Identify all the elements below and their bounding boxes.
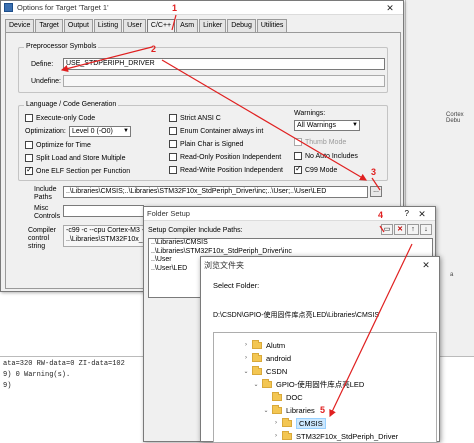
misc-controls-label: Misc Controls <box>34 205 61 220</box>
language-title: Language / Code Generation <box>24 101 119 108</box>
enum-int-checkbox[interactable]: Enum Container always int <box>169 127 263 135</box>
chevron-down-icon[interactable]: ⌄ <box>242 368 250 375</box>
options-tabs: Device Target Output Listing User C/C++ … <box>5 19 288 33</box>
language-group: Language / Code Generation Execute-only … <box>18 101 388 181</box>
annotation-number: 3 <box>371 167 377 177</box>
options-title-bar[interactable]: Options for Target 'Target 1' <box>1 1 403 15</box>
tab-utilities[interactable]: Utilities <box>256 19 288 32</box>
include-paths-input[interactable]: ..\Libraries\CMSIS;..\Libraries\STM32F10… <box>63 186 368 198</box>
tab-c-cpp[interactable]: C/C++ <box>146 19 176 33</box>
chevron-down-icon: ▼ <box>123 128 129 134</box>
annotation-number: 5 <box>320 405 326 415</box>
rw-pos-checkbox[interactable]: Read-Write Position Independent <box>169 166 283 174</box>
folder-icon <box>282 430 292 440</box>
compiler-line: -c99 -c --cpu Cortex-M3 -D_ <box>66 227 143 234</box>
tree-item-alutm[interactable]: › Alutm <box>242 339 285 351</box>
chevron-right-icon[interactable]: › <box>272 420 280 426</box>
browse-title: 浏览文件夹 <box>204 260 244 270</box>
plain-char-checkbox[interactable]: Plain Char is Signed <box>169 140 243 148</box>
folder-icon <box>252 365 262 375</box>
tab-output[interactable]: Output <box>63 19 93 32</box>
tree-item-cmsis[interactable]: › CMSIS <box>272 417 326 429</box>
folder-setup-label: Setup Compiler Include Paths: <box>148 227 243 234</box>
undefine-input[interactable] <box>63 75 385 87</box>
tab-asm[interactable]: Asm <box>176 19 199 32</box>
new-folder-icon[interactable]: ▭ <box>381 224 393 235</box>
annotation-number: 1 <box>172 3 178 13</box>
tab-linker[interactable]: Linker <box>199 19 227 32</box>
chevron-down-icon: ▼ <box>352 122 358 128</box>
folder-setup-title: Folder Setup <box>147 209 190 218</box>
tab-target[interactable]: Target <box>35 19 63 32</box>
define-input[interactable]: USE_STDPERIPH_DRIVER <box>63 58 385 70</box>
optimization-label: Optimization: <box>25 128 66 135</box>
move-up-icon[interactable]: ↑ <box>407 224 419 235</box>
undefine-label: Undefine: <box>31 78 61 85</box>
folder-icon <box>262 378 272 388</box>
tab-listing[interactable]: Listing <box>93 19 123 32</box>
chevron-right-icon[interactable]: › <box>242 342 250 348</box>
compiler-control-label: Compiler control string <box>28 227 57 250</box>
compiler-line: ..\Libraries\STM32F10x_StdP <box>66 236 143 243</box>
side-text-2: a <box>450 272 454 278</box>
no-auto-includes-checkbox[interactable]: No Auto Includes <box>294 152 358 160</box>
tree-item-gpio[interactable]: ⌄ GPIO-使用固件库点亮LED <box>252 378 364 390</box>
folder-setup-close-button[interactable]: ✕ <box>409 207 435 221</box>
c99-mode-checkbox[interactable]: C99 Mode <box>294 164 337 174</box>
options-close-button[interactable]: ✕ <box>377 1 403 15</box>
chevron-down-icon[interactable]: ⌄ <box>262 407 270 414</box>
folder-tree[interactable]: › Alutm › android ⌄ CSDN ⌄ GPIO-使用固件库点亮LED D… <box>213 332 437 443</box>
browse-title-bar[interactable]: 浏览文件夹 <box>201 257 439 273</box>
folder-icon <box>282 417 292 427</box>
strict-ansi-checkbox[interactable]: Strict ANSI C <box>169 114 221 122</box>
preprocessor-group: Preprocessor Symbols Define: USE_STDPERI… <box>18 43 388 93</box>
tree-item-csdn[interactable]: ⌄ CSDN <box>242 365 287 377</box>
misc-controls-input[interactable] <box>63 205 144 217</box>
optimize-time-checkbox[interactable]: Optimize for Time <box>25 141 91 149</box>
tab-debug[interactable]: Debug <box>227 19 256 32</box>
options-title: Options for Target 'Target 1' <box>17 3 109 12</box>
keil-icon <box>4 3 13 12</box>
folder-icon <box>272 391 282 401</box>
tree-item-android[interactable]: › android <box>242 352 291 364</box>
browse-close-button[interactable]: ✕ <box>413 257 439 273</box>
chevron-down-icon[interactable]: ⌄ <box>252 381 260 388</box>
select-folder-label: Select Folder: <box>213 281 260 290</box>
split-load-checkbox[interactable]: Split Load and Store Multiple <box>25 154 126 162</box>
optimization-select[interactable]: Level 0 (-O0) ▼ <box>69 126 131 137</box>
list-item[interactable]: ..\Libraries\STM32F10x_StdPeriph_Driver\… <box>151 248 432 257</box>
folder-icon <box>272 404 282 414</box>
preprocessor-title: Preprocessor Symbols <box>24 43 99 50</box>
list-item[interactable]: ..\Libraries\CMSIS <box>151 239 432 248</box>
move-down-icon[interactable]: ↓ <box>420 224 432 235</box>
annotation-number: 4 <box>378 210 384 220</box>
path-toolbar: ▭ ✕ ↑ ↓ <box>380 224 432 235</box>
ro-pos-checkbox[interactable]: Read-Only Position Independent <box>169 153 281 161</box>
include-paths-label: Include Paths <box>34 186 57 201</box>
include-paths-browse-button[interactable]: ... <box>370 186 382 197</box>
one-elf-checkbox[interactable]: One ELF Section per Function <box>25 165 130 175</box>
annotation-number: 2 <box>151 44 157 54</box>
folder-setup-title-bar[interactable]: Folder Setup <box>144 207 435 221</box>
chevron-right-icon[interactable]: › <box>242 355 250 361</box>
tree-item-libraries[interactable]: ⌄ Libraries <box>262 404 315 416</box>
execute-only-checkbox[interactable]: Execute-only Code <box>25 114 95 122</box>
warnings-label: Warnings: <box>294 110 326 117</box>
tab-device[interactable]: Device <box>5 19 35 32</box>
chevron-right-icon[interactable]: › <box>272 433 280 439</box>
define-label: Define: <box>31 61 54 68</box>
warnings-select[interactable]: All Warnings ▼ <box>294 120 360 131</box>
folder-icon <box>252 352 262 362</box>
side-text: Cortex Debu <box>446 112 464 124</box>
tree-item-doc[interactable]: DOC <box>262 391 303 403</box>
folder-icon <box>252 339 262 349</box>
compiler-control-string: -c99 -c --cpu Cortex-M3 -D_ ..\Libraries… <box>63 225 144 247</box>
selected-path: D:\CSDN\GPIO-使用固件库点亮LED\Libraries\CMSIS <box>213 312 380 319</box>
delete-icon[interactable]: ✕ <box>394 224 406 235</box>
tree-item-stdperiph[interactable]: › STM32F10x_StdPeriph_Driver <box>272 430 398 442</box>
tab-user[interactable]: User <box>123 19 146 32</box>
thumb-mode-checkbox[interactable]: Thumb Mode <box>294 138 346 146</box>
